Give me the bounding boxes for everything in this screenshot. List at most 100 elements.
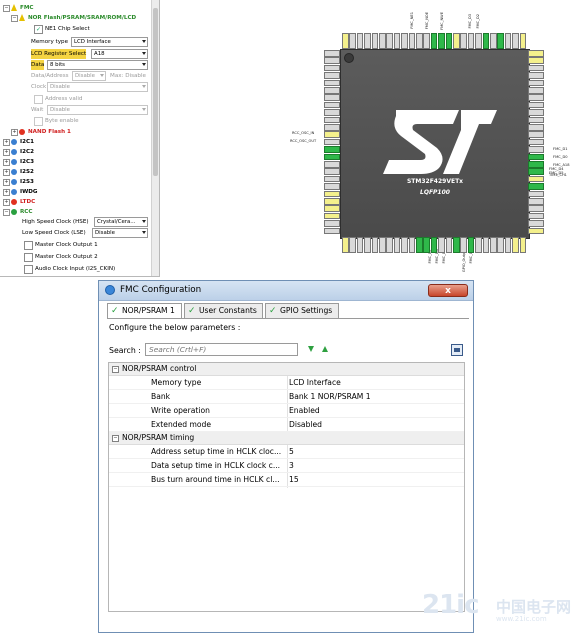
tree-item-fmc[interactable]: − FMC: [0, 3, 150, 13]
chip-pin-left[interactable]: [324, 50, 340, 57]
chip-pin-top[interactable]: [519, 33, 527, 49]
close-button[interactable]: x: [428, 284, 468, 297]
chip-pin-left[interactable]: [324, 227, 340, 235]
expand-icon[interactable]: +: [3, 179, 10, 186]
tab-user-constants[interactable]: ✓ User Constants: [184, 303, 263, 318]
chip-pin-left[interactable]: [324, 183, 340, 190]
chip-pin-top[interactable]: [379, 33, 386, 49]
chip-pin-bottom[interactable]: [519, 237, 527, 253]
tree-item-mco1[interactable]: Master Clock Output 1: [0, 240, 150, 250]
chip-pin-left[interactable]: [324, 72, 340, 79]
chip-pin-right[interactable]: [528, 131, 544, 138]
tree-item-mco2[interactable]: Master Clock Output 2: [0, 252, 150, 262]
expand-icon[interactable]: +: [3, 139, 10, 146]
chip-pin-left[interactable]: [324, 212, 340, 220]
chip-pin-bottom[interactable]: [386, 237, 393, 253]
param-value[interactable]: Bank 1 NOR/PSRAM 1: [289, 390, 371, 403]
chip-pin-right[interactable]: [528, 64, 544, 72]
chip-pin-top[interactable]: [497, 33, 504, 49]
chip-pin-bottom[interactable]: [379, 237, 386, 253]
chip-pin-bottom[interactable]: [453, 237, 460, 253]
chip-pin-top[interactable]: [490, 33, 497, 49]
chip-pin-top[interactable]: [371, 33, 379, 49]
tree-item-nor-flash[interactable]: − NOR Flash/PSRAM/SRAM/ROM/LCD: [0, 13, 150, 23]
checkbox-unchecked[interactable]: [24, 253, 33, 262]
param-value[interactable]: Disabled: [289, 418, 322, 431]
tree-item-ne1-chip-select[interactable]: ✓ NE1 Chip Select: [0, 24, 150, 34]
scrollbar-thumb[interactable]: [153, 8, 158, 176]
collapse-icon[interactable]: −: [112, 435, 119, 442]
chip-pin-left[interactable]: [324, 109, 340, 116]
chip-pin-left[interactable]: [324, 198, 340, 205]
chip-pin-left[interactable]: [324, 190, 340, 198]
chip-pin-top[interactable]: [393, 33, 401, 49]
chip-pin-bottom[interactable]: [504, 237, 512, 253]
tab-gpio-settings[interactable]: ✓ GPIO Settings: [265, 303, 339, 318]
chip-pin-right[interactable]: [528, 220, 544, 227]
tree-item-rcc[interactable]: − RCC: [0, 207, 150, 217]
chip-pin-left[interactable]: [324, 101, 340, 109]
chip-pin-right[interactable]: [528, 116, 544, 124]
chip-pin-bottom[interactable]: [482, 237, 490, 253]
chip-pin-bottom[interactable]: [356, 237, 364, 253]
param-row[interactable]: Extended mode Disabled: [109, 418, 464, 432]
checkbox-unchecked[interactable]: [24, 265, 33, 274]
checkbox-checked[interactable]: ✓: [34, 25, 43, 34]
chip-pin-right[interactable]: [528, 72, 544, 79]
chip-pin-left[interactable]: [324, 146, 340, 153]
chip-pin-top[interactable]: [467, 33, 475, 49]
param-value[interactable]: LCD Interface: [289, 376, 341, 389]
chip-pin-top[interactable]: [504, 33, 512, 49]
search-next-icon[interactable]: [308, 346, 314, 352]
chip-pin-bottom[interactable]: [497, 237, 504, 253]
chip-pin-bottom[interactable]: [364, 237, 371, 253]
chip-pin-left[interactable]: [324, 94, 340, 101]
tree-item-i2c1[interactable]: + I2C1: [0, 137, 150, 147]
group-nor-psram-timing[interactable]: − NOR/PSRAM timing: [109, 432, 464, 445]
search-input[interactable]: [145, 343, 298, 356]
data-width-select[interactable]: 8 bits: [47, 60, 148, 70]
chip-pin-right[interactable]: [528, 109, 544, 116]
tab-nor-psram-1[interactable]: ✓ NOR/PSRAM 1: [107, 303, 182, 319]
chip-pin-right[interactable]: [528, 212, 544, 220]
expand-icon[interactable]: +: [11, 129, 18, 136]
chip-pin-right[interactable]: [528, 50, 544, 57]
expand-icon[interactable]: +: [3, 159, 10, 166]
chip-pin-bottom[interactable]: [438, 237, 445, 253]
expand-icon[interactable]: +: [3, 169, 10, 176]
chip-pin-left[interactable]: [324, 116, 340, 124]
param-row[interactable]: Address setup time in HCLK cloc... 5: [109, 445, 464, 459]
param-value[interactable]: 5: [289, 445, 294, 458]
tree-item-i2c3[interactable]: + I2C3: [0, 157, 150, 167]
collapse-icon[interactable]: −: [3, 209, 10, 216]
checkbox-unchecked[interactable]: [34, 95, 43, 104]
chip-pin-left[interactable]: [324, 161, 340, 168]
tree-item-i2c2[interactable]: + I2C2: [0, 147, 150, 157]
chip-pin-right[interactable]: [528, 183, 544, 190]
param-row[interactable]: Memory type LCD Interface: [109, 376, 464, 390]
expand-icon[interactable]: +: [3, 189, 10, 196]
chip-pin-left[interactable]: [324, 57, 340, 64]
dialog-titlebar[interactable]: FMC Configuration x: [99, 281, 473, 301]
chip-pin-left[interactable]: [324, 168, 340, 175]
expand-icon[interactable]: +: [3, 149, 10, 156]
hse-select[interactable]: Crystal/Cera...: [94, 217, 148, 227]
chip-pin-top[interactable]: [482, 33, 490, 49]
chip-pin-left[interactable]: [324, 79, 340, 87]
chip-pin-bottom[interactable]: [416, 237, 423, 253]
tree-scrollbar[interactable]: [151, 0, 159, 276]
collapse-icon[interactable]: −: [3, 5, 10, 12]
chip-pin-left[interactable]: [324, 124, 340, 131]
chip-pin-bottom[interactable]: [423, 237, 430, 253]
chip-pin-bottom[interactable]: [371, 237, 379, 253]
wait-select[interactable]: Disable: [47, 105, 148, 115]
chip-pin-right[interactable]: [528, 168, 544, 175]
search-previous-icon[interactable]: [322, 346, 328, 352]
collapse-icon[interactable]: −: [112, 366, 119, 373]
param-row[interactable]: Write operation Enabled: [109, 404, 464, 418]
param-row[interactable]: Data setup time in HCLK clock c... 3: [109, 459, 464, 473]
chip-pin-top[interactable]: [408, 33, 416, 49]
chip-pin-top[interactable]: [416, 33, 423, 49]
chip-pin-bottom[interactable]: [467, 237, 475, 253]
chip-pin-bottom[interactable]: [445, 237, 453, 253]
